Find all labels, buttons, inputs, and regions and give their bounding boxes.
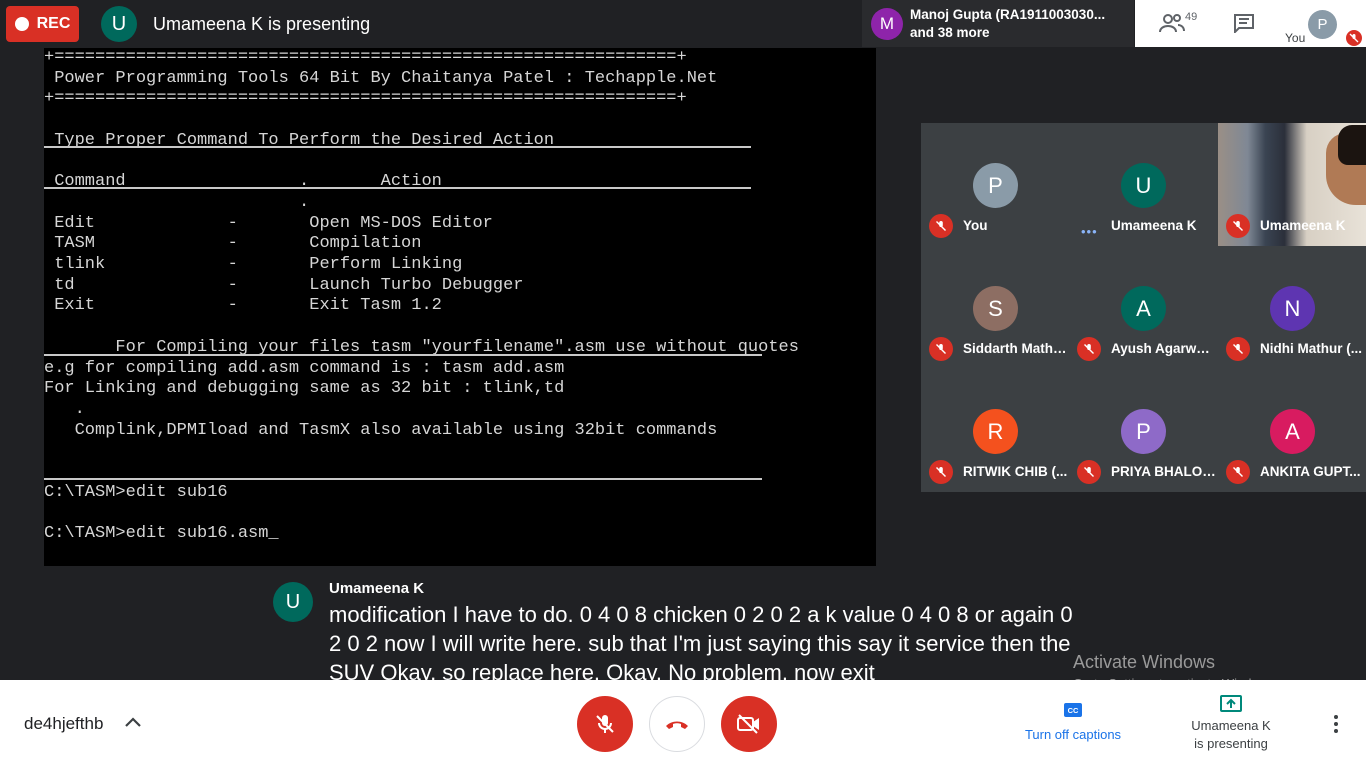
dos-row: Edit - Open MS-DOS Editor xyxy=(44,213,493,233)
participant-name: Nidhi Mathur (... xyxy=(1260,341,1362,356)
mic-off-icon xyxy=(1346,30,1362,46)
participant-tile[interactable]: U ••• Umameena K xyxy=(1069,123,1217,246)
participant-avatar: N xyxy=(1270,286,1315,331)
presenting-line1: Umameena K xyxy=(1191,718,1271,733)
participant-name: Ayush Agarwal... xyxy=(1111,341,1217,356)
mic-toggle-button[interactable] xyxy=(577,696,633,752)
video-feed-hair xyxy=(1338,125,1366,165)
dos-prompt: C:\TASM>edit sub16.asm_ xyxy=(44,524,279,544)
presenting-label: Umameena K is presenting xyxy=(1180,717,1282,753)
shared-screen: +=======================================… xyxy=(44,48,876,566)
bottom-toolbar: de4hjefthb CC Turn off captions Umameena… xyxy=(0,680,1366,768)
divider xyxy=(44,478,762,480)
dos-note: . xyxy=(44,399,85,419)
mic-off-icon xyxy=(1077,460,1101,484)
participant-tile[interactable]: A Ayush Agarwal... xyxy=(1069,246,1217,369)
participant-tile[interactable]: R RITWIK CHIB (... xyxy=(921,369,1069,492)
chevron-up-icon[interactable] xyxy=(124,716,142,728)
divider xyxy=(44,146,751,148)
participant-grid: P You U ••• Umameena K Umameena K S Sidd… xyxy=(921,123,1366,492)
dos-row: Exit - Exit Tasm 1.2 xyxy=(44,296,442,316)
participant-name: Umameena K xyxy=(1260,218,1346,233)
participant-avatar: U xyxy=(1121,163,1166,208)
dos-row: TASM - Compilation xyxy=(44,234,422,254)
participant-tile[interactable]: P PRIYA BHALOT... xyxy=(1069,369,1217,492)
participant-name: PRIYA BHALOT... xyxy=(1111,464,1217,479)
divider xyxy=(44,187,751,189)
caption-speaker-avatar: U xyxy=(273,582,313,622)
speaking-dots-icon: ••• xyxy=(1081,224,1098,239)
self-label: You xyxy=(1285,31,1306,45)
participant-video-tile[interactable]: Umameena K xyxy=(1218,123,1366,246)
mic-off-icon xyxy=(929,214,953,238)
pill-text: Manoj Gupta (RA1911003030... and 38 more xyxy=(910,6,1105,42)
dos-prompt: C:\TASM>edit sub16 xyxy=(44,482,228,502)
dos-row: td - Launch Turbo Debugger xyxy=(44,275,524,295)
divider xyxy=(44,354,762,356)
mic-off-icon xyxy=(929,460,953,484)
presenter-status-text: Umameena K is presenting xyxy=(153,14,371,34)
dos-border-bottom: +=======================================… xyxy=(44,89,687,109)
mic-off-icon xyxy=(929,337,953,361)
participant-name: You xyxy=(963,218,988,233)
dos-border-top: +=======================================… xyxy=(44,48,687,67)
caption-text: modification I have to do. 0 4 0 8 chick… xyxy=(329,602,1073,680)
dos-title: Power Programming Tools 64 Bit By Chaita… xyxy=(44,68,718,88)
mic-off-icon xyxy=(1226,214,1250,238)
dos-row: tlink - Perform Linking xyxy=(44,255,463,275)
participant-avatar: R xyxy=(973,409,1018,454)
mic-off-icon xyxy=(1077,337,1101,361)
present-screen-icon xyxy=(1220,695,1242,712)
mic-off-icon xyxy=(596,715,614,733)
pill-line1: Manoj Gupta (RA1911003030... xyxy=(910,6,1106,22)
presenting-line2: is presenting xyxy=(1194,736,1268,751)
record-dot-icon xyxy=(14,17,29,31)
people-count: 49 xyxy=(1185,11,1198,23)
people-icon[interactable] xyxy=(1159,12,1185,34)
more-options-icon[interactable] xyxy=(1329,714,1343,734)
meeting-code[interactable]: de4hjefthb xyxy=(24,714,103,734)
rec-label: REC xyxy=(36,15,71,32)
presenter-avatar: U xyxy=(101,6,137,42)
dos-note: Complink,DPMIload and TasmX also availab… xyxy=(44,420,718,440)
participant-tile[interactable]: S Siddarth Mathu... xyxy=(921,246,1069,369)
participant-name: Umameena K xyxy=(1111,218,1197,233)
participant-tile[interactable]: N Nidhi Mathur (... xyxy=(1218,246,1366,369)
participant-tile[interactable]: P You xyxy=(921,123,1069,246)
captions-button[interactable]: CC Turn off captions xyxy=(1015,702,1131,742)
mic-off-icon xyxy=(1226,337,1250,361)
camera-off-icon xyxy=(737,714,759,734)
closed-captions-icon: CC xyxy=(1064,703,1082,717)
recording-badge: REC xyxy=(6,6,79,42)
dos-terminal: +=======================================… xyxy=(44,48,799,545)
caption-speaker-name: Umameena K xyxy=(329,580,425,597)
self-avatar[interactable]: P xyxy=(1308,10,1337,39)
pill-line2: and 38 more xyxy=(910,24,990,40)
dos-note: e.g for compiling add.asm command is : t… xyxy=(44,358,565,378)
participant-name: Siddarth Mathu... xyxy=(963,341,1069,356)
leave-call-button[interactable] xyxy=(649,696,705,752)
participant-name: ANKITA GUPT... xyxy=(1260,464,1361,479)
participant-avatar: A xyxy=(1270,409,1315,454)
dos-note: For Linking and debugging same as 32 bit… xyxy=(44,379,565,399)
watermark-title: Activate Windows xyxy=(1073,652,1216,672)
top-right-controls: 49 P You xyxy=(1135,0,1366,47)
svg-text:CC: CC xyxy=(1068,706,1079,715)
participant-avatar: S xyxy=(973,286,1018,331)
pill-avatar: M xyxy=(871,7,903,40)
presentation-button[interactable]: Umameena K is presenting xyxy=(1180,694,1282,753)
mic-off-icon xyxy=(1226,460,1250,484)
hang-up-icon xyxy=(666,721,688,729)
participant-avatar: P xyxy=(1121,409,1166,454)
dos-col-header-dot: . xyxy=(44,192,310,212)
participant-avatar: P xyxy=(973,163,1018,208)
camera-toggle-button[interactable] xyxy=(721,696,777,752)
participant-name: RITWIK CHIB (... xyxy=(963,464,1068,479)
participant-tile[interactable]: A ANKITA GUPT... xyxy=(1218,369,1366,492)
chat-icon[interactable] xyxy=(1233,13,1255,33)
captions-label: Turn off captions xyxy=(1024,727,1122,742)
participants-summary[interactable]: M Manoj Gupta (RA1911003030... and 38 mo… xyxy=(862,0,1134,47)
participant-avatar: A xyxy=(1121,286,1166,331)
